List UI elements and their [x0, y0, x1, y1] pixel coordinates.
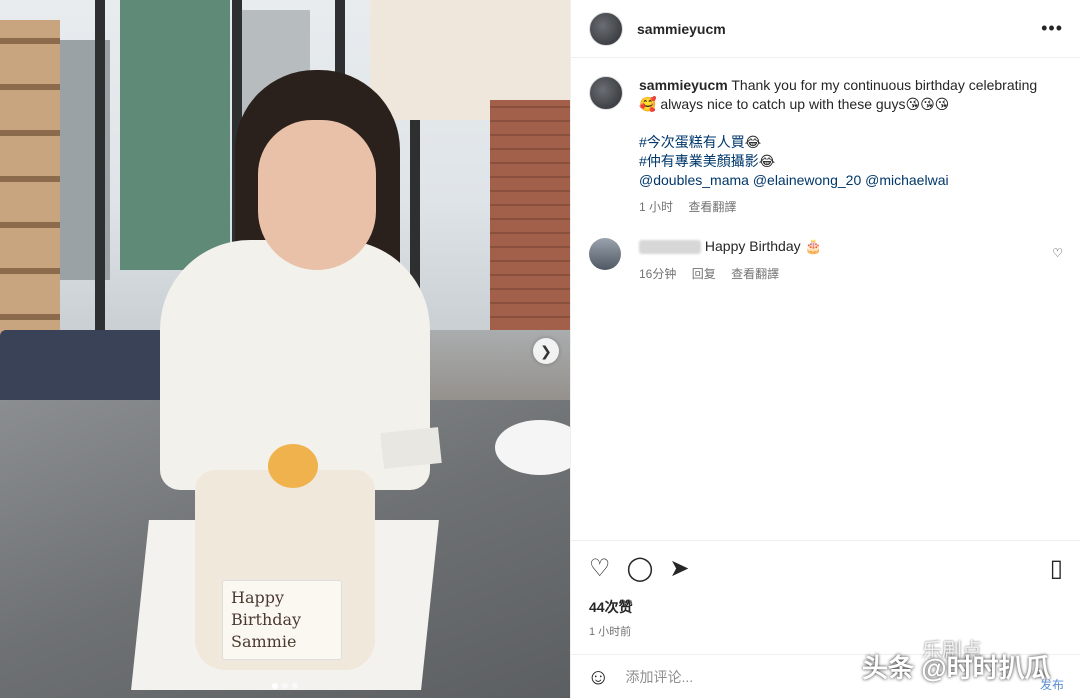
post-photo[interactable]: Happy Birthday Sammie ❯ [0, 0, 570, 698]
emoji-laugh: 😂 [758, 153, 776, 169]
carousel-dot [282, 683, 288, 689]
post-side-panel: sammieyucm ••• sammieyucm Thank you for … [570, 0, 1080, 698]
comment-translate-link[interactable]: 查看翻譯 [731, 267, 779, 281]
mention-link[interactable]: @doubles_mama [639, 172, 749, 188]
post-time[interactable]: 1 小时前 [571, 617, 1080, 639]
share-icon[interactable]: ➤ [669, 554, 689, 583]
heart-icon[interactable]: ♡ [589, 554, 611, 583]
cake-plaque: Happy Birthday Sammie [222, 580, 342, 660]
mention-link[interactable]: @michaelwai [865, 172, 948, 188]
header-username[interactable]: sammieyucm [637, 21, 726, 37]
caption: sammieyucm Thank you for my continuous b… [589, 76, 1069, 217]
action-bar: ♡ ◯ ➤ ▯ 44次赞 1 小时前 [571, 540, 1080, 639]
caption-avatar[interactable] [589, 76, 623, 110]
emoji-face: 🥰 [639, 96, 657, 112]
watermark-main: 头条 @时时扒瓜 [862, 653, 1051, 683]
carousel-dot [292, 683, 298, 689]
comment-time: 16分钟 [639, 267, 677, 281]
carousel-dots [272, 683, 298, 689]
orange-slice-decoration [268, 444, 318, 488]
hashtag-link[interactable]: #仲有專業美顏攝影 [639, 153, 759, 169]
avatar[interactable] [589, 11, 623, 46]
blurred-username[interactable] [639, 240, 701, 255]
caption-time[interactable]: 1 小时 [639, 200, 673, 214]
emoji-laugh: 😂 [744, 134, 762, 150]
likes-count[interactable]: 44次赞 [571, 583, 1080, 617]
comment: Happy Birthday 🎂 16分钟 回复 查看翻譯 ♡ [589, 236, 1069, 284]
shelf [0, 20, 60, 360]
reply-link[interactable]: 回复 [692, 267, 716, 281]
comment-text: Happy Birthday [704, 238, 801, 254]
caption-text: Thank you for my continuous birthday cel… [731, 77, 1038, 93]
comment-input[interactable] [623, 667, 848, 686]
emoji-kisses: 😘😘😘 [905, 96, 950, 112]
brick-wall [490, 100, 570, 330]
see-translation-link[interactable]: 查看翻譯 [688, 200, 736, 214]
carousel-dot [272, 683, 278, 689]
caption-text-2: always nice to catch up with these guys [660, 96, 906, 112]
hashtag-link[interactable]: #今次蛋糕有人買 [639, 134, 745, 150]
comment-icon[interactable]: ◯ [627, 554, 654, 583]
chevron-right-icon: ❯ [540, 342, 552, 359]
emoji-icon[interactable]: ☺ [587, 664, 609, 690]
caption-username[interactable]: sammieyucm [639, 77, 728, 93]
post-header: sammieyucm ••• [571, 0, 1080, 58]
next-photo-button[interactable]: ❯ [533, 338, 559, 364]
napkin [380, 427, 442, 469]
bookmark-icon[interactable]: ▯ [1050, 554, 1063, 583]
comment-like-heart-icon[interactable]: ♡ [1052, 246, 1063, 260]
woman-face [258, 120, 376, 270]
mention-link[interactable]: @elainewong_20 [753, 172, 861, 188]
watermark-small: 发布 [1040, 678, 1065, 692]
more-horizontal-icon[interactable]: ••• [1041, 18, 1063, 39]
commenter-avatar[interactable] [589, 238, 621, 270]
cake-emoji: 🎂 [804, 238, 822, 254]
